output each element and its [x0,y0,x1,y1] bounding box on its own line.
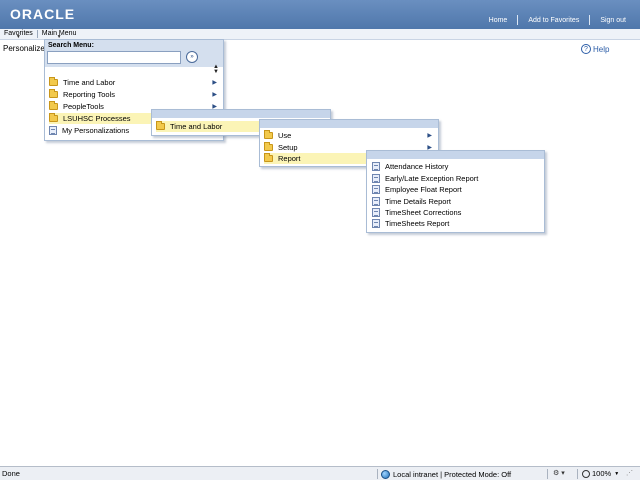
report-item-early-late-exception[interactable]: Early/Late Exception Report [372,173,540,184]
report-item-employee-float[interactable]: Employee Float Report [372,184,540,195]
folder-icon [49,89,58,98]
menu-item-time-and-labor[interactable]: Time and Labor ▶ [49,77,221,88]
folder-icon [49,113,58,122]
main-menu[interactable]: Main Menu ▼ [38,29,81,40]
sort-arrows-icon[interactable]: ▲ ▼ [213,64,219,75]
submenu-item-time-and-labor[interactable]: Time and Labor [156,121,263,132]
security-zone-label: Local intranet | Protected Mode: Off [393,469,512,479]
home-link[interactable]: Home [479,17,518,24]
document-icon [372,197,380,206]
menu-item-label: Time Details Report [385,197,451,206]
zoom-control[interactable]: 100% ▼ [582,469,619,478]
sign-out-link[interactable]: Sign out [590,17,636,24]
folder-icon [156,121,165,130]
menu-item-label: LSUHSC Processes [63,114,131,123]
document-icon [372,208,380,217]
document-icon [372,174,380,183]
report-item-attendance-history[interactable]: Attendance History [372,161,540,172]
report-item-time-details[interactable]: Time Details Report [372,196,540,207]
report-item-timesheets-report[interactable]: TimeSheets Report [372,218,540,229]
document-icon [372,219,380,228]
chevron-down-icon: ▼ [15,33,21,40]
document-icon [372,185,380,194]
menu-item-reporting-tools[interactable]: Reporting Tools ▶ [49,89,221,100]
menu-item-label: TimeSheet Corrections [385,208,462,217]
menu-item-label: My Personalizations [62,126,130,135]
personalize-link[interactable]: Personalize [3,44,45,53]
zoom-level: 100% [592,469,612,478]
folder-icon [49,101,58,110]
menu-item-label: Setup [278,143,298,152]
search-menu-label: Search Menu: [48,42,94,49]
help-icon: ? [581,44,591,54]
report-item-timesheet-corrections[interactable]: TimeSheet Corrections [372,207,540,218]
help-label: Help [593,44,610,54]
menu-item-label: PeopleTools [63,102,104,111]
browser-status-bar: Done Local intranet | Protected Mode: Of… [0,466,640,480]
status-text: Done [2,469,20,478]
submenu-header [152,110,330,118]
menu-item-label: TimeSheets Report [385,219,450,228]
help-link[interactable]: ? Help [581,44,609,54]
magnifier-icon [582,469,590,478]
submenu-item-use[interactable]: Use ▶ [264,130,436,141]
folder-icon [49,77,58,86]
menu-item-label: Early/Late Exception Report [385,174,479,183]
document-icon [49,126,57,135]
favorites-menu[interactable]: Favorites ▼ [0,29,37,40]
chevron-down-icon: ▼ [614,470,620,477]
protected-mode-icon[interactable]: ⚙ ▾ [553,469,565,477]
search-go-button[interactable]: » [186,51,198,63]
menu-item-label: Time and Labor [170,122,223,131]
chevron-right-icon: ▶ [212,80,217,86]
menu-item-label: Employee Float Report [385,185,462,194]
oracle-logo: ORACLE [10,6,76,22]
menu-item-label: Reporting Tools [63,90,115,99]
resize-grip-icon[interactable]: ⋰ [626,469,633,477]
submenu-item-report[interactable]: Report [264,153,369,164]
menu-item-label: Attendance History [385,162,449,171]
menu-item-label: Time and Labor [63,78,116,87]
submenu-header [367,151,544,159]
globe-icon [381,469,390,479]
menu-item-label: Use [278,131,292,140]
header-links: Home Add to Favorites Sign out [479,14,636,26]
report-submenu: Attendance History Early/Late Exception … [366,150,545,233]
submenu-header [260,120,438,128]
folder-icon [264,153,273,162]
document-icon [372,162,380,171]
status-divider [377,469,378,479]
status-divider [577,469,578,479]
status-divider [547,469,548,479]
folder-icon [264,130,273,139]
app-header: ORACLE Home Add to Favorites Sign out [0,0,640,29]
search-menu-input[interactable] [47,51,181,64]
chevron-right-icon: ▶ [427,133,432,139]
folder-icon [264,142,273,151]
menu-item-label: Report [278,154,301,163]
chevron-right-icon: ▶ [212,92,217,98]
add-to-favorites-link[interactable]: Add to Favorites [518,17,589,24]
security-zone[interactable]: Local intranet | Protected Mode: Off [381,468,511,480]
